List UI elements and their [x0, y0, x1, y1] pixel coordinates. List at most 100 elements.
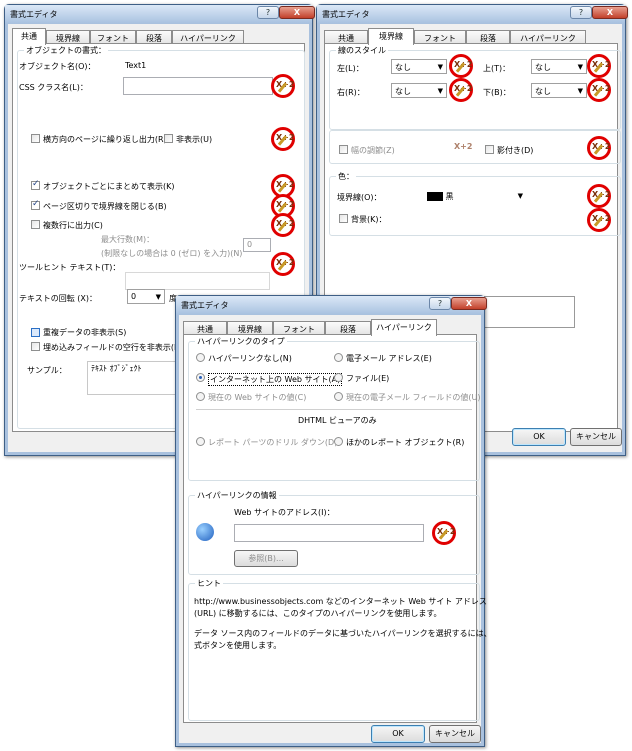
- formula-left-icon[interactable]: X+2: [449, 54, 473, 78]
- formula-css-icon[interactable]: X+2: [271, 74, 295, 98]
- drill-radio[interactable]: [196, 437, 205, 446]
- shadow-checkbox[interactable]: [485, 145, 494, 154]
- hide-checkbox[interactable]: [164, 134, 173, 143]
- file-radio[interactable]: [334, 373, 343, 382]
- keep-together-label: オブジェクトごとにまとめて表示(K): [43, 182, 175, 191]
- drill-label: レポート パーツのドリル ダウン(D): [208, 438, 338, 447]
- repeat-page-label: 横方向のページに繰り返し出力(R): [43, 135, 167, 144]
- repeat-page-checkbox[interactable]: [31, 134, 40, 143]
- tab-hyperlink[interactable]: ハイパーリンク: [510, 30, 586, 44]
- bottom-label: 下(B)：: [483, 88, 511, 97]
- title-bar[interactable]: 書式エディタ ? X: [176, 296, 487, 314]
- formula-multi-line-icon[interactable]: X+2: [271, 213, 295, 237]
- tight-checkbox[interactable]: [339, 145, 348, 154]
- dhtml-separator: [196, 409, 472, 410]
- tab-paragraph[interactable]: 段落: [136, 30, 172, 44]
- formula-address-icon[interactable]: X+2: [432, 521, 456, 545]
- close-button[interactable]: X: [592, 6, 628, 19]
- tab-common[interactable]: 共通: [324, 30, 368, 44]
- formula-repeat-icon[interactable]: X+2: [271, 127, 295, 151]
- close-border-label: ページ区切りで境界線を閉じる(B): [43, 202, 167, 211]
- help-button[interactable]: ?: [257, 6, 279, 19]
- right-style-select[interactable]: なし ▼: [391, 83, 447, 98]
- top-style-select[interactable]: なし ▼: [531, 59, 587, 74]
- hint-line-4: 式ボタンを使用します。: [194, 641, 282, 650]
- help-button[interactable]: ?: [570, 6, 592, 19]
- css-class-label: CSS クラス名(L)：: [19, 83, 88, 92]
- tab-paragraph[interactable]: 段落: [325, 321, 371, 335]
- tab-font[interactable]: フォント: [414, 30, 466, 44]
- formula-right-icon[interactable]: X+2: [449, 78, 473, 102]
- tab-border[interactable]: 境界線: [368, 28, 414, 45]
- title-bar[interactable]: 書式エディタ ? X: [5, 5, 315, 23]
- other-report-label: ほかのレポート オブジェクト(R): [346, 438, 465, 447]
- rotation-label: テキストの回転 (X)：: [19, 294, 98, 303]
- no-link-radio[interactable]: [196, 353, 205, 362]
- cancel-button[interactable]: キャンセル: [570, 428, 622, 446]
- formula-background-icon[interactable]: X+2: [587, 208, 611, 232]
- object-format-label: オブジェクトの書式：: [24, 45, 108, 56]
- email-label: 電子メール アドレス(E): [346, 354, 432, 363]
- close-border-checkbox[interactable]: [31, 199, 40, 210]
- formula-tight-icon: X+2: [449, 136, 473, 160]
- address-input[interactable]: [234, 524, 424, 542]
- left-style-select[interactable]: なし ▼: [391, 59, 447, 74]
- border-color-select[interactable]: 黒 ▼: [423, 188, 527, 203]
- tab-paragraph[interactable]: 段落: [466, 30, 510, 44]
- tab-common[interactable]: 共通: [12, 28, 46, 45]
- current-email-radio[interactable]: [334, 392, 343, 401]
- window-title: 書式エディタ: [322, 10, 370, 19]
- cancel-button[interactable]: キャンセル: [429, 725, 481, 743]
- max-lines-input[interactable]: 0: [243, 238, 271, 252]
- tab-hyperlink[interactable]: ハイパーリンク: [371, 319, 437, 336]
- multi-line-checkbox[interactable]: [31, 220, 40, 229]
- sample-text: ﾃｷｽﾄ ｵﾌﾞｼﾞｪｸﾄ: [91, 364, 142, 373]
- formula-bottom-icon[interactable]: X+2: [587, 78, 611, 102]
- object-name-label: オブジェクト名(O)：: [19, 62, 96, 71]
- tooltip-label: ツールヒント テキスト(T)：: [19, 263, 121, 272]
- file-label: ファイル(E): [346, 374, 390, 383]
- website-radio[interactable]: [196, 373, 205, 382]
- black-swatch: [427, 192, 443, 201]
- formula-top-icon[interactable]: X+2: [587, 54, 611, 78]
- tab-font[interactable]: フォント: [90, 30, 136, 44]
- formula-shadow-icon[interactable]: X+2: [587, 136, 611, 160]
- tab-border[interactable]: 境界線: [46, 30, 90, 44]
- window-title: 書式エディタ: [10, 10, 58, 19]
- color-label: 色：: [336, 171, 356, 182]
- other-report-radio[interactable]: [334, 437, 343, 446]
- email-radio[interactable]: [334, 353, 343, 362]
- line-style-label: 線のスタイル: [336, 45, 388, 56]
- tab-font[interactable]: フォント: [273, 321, 325, 335]
- globe-icon: [196, 523, 214, 541]
- background-label: 背景(K)：: [351, 215, 387, 224]
- dhtml-label: DHTML ビューアのみ: [298, 416, 377, 425]
- tab-common[interactable]: 共通: [183, 321, 227, 335]
- suppress-blank-checkbox[interactable]: [31, 342, 40, 351]
- rotation-select[interactable]: 0 ▼: [127, 289, 165, 304]
- css-class-input[interactable]: [123, 77, 273, 95]
- close-button[interactable]: X: [279, 6, 315, 19]
- formula-border-color-icon[interactable]: X+2: [587, 184, 611, 208]
- background-checkbox[interactable]: [339, 214, 348, 223]
- hint-line-2: (URL) に移動するには、このタイプのハイパーリンクを使用します。: [194, 609, 442, 618]
- help-button[interactable]: ?: [429, 297, 451, 310]
- suppress-blank-label: 埋め込みフィールドの空行を非表示(E): [43, 343, 183, 352]
- ok-button[interactable]: OK: [371, 725, 425, 743]
- current-web-radio[interactable]: [196, 392, 205, 401]
- bottom-style-select[interactable]: なし ▼: [531, 83, 587, 98]
- tab-hyperlink[interactable]: ハイパーリンク: [172, 30, 244, 44]
- keep-together-checkbox[interactable]: [31, 179, 40, 190]
- top-label: 上(T)：: [483, 64, 511, 73]
- formula-tooltip-icon[interactable]: X+2: [271, 252, 295, 276]
- tab-border[interactable]: 境界線: [227, 321, 273, 335]
- format-editor-window-hyperlink: 書式エディタ ? X 共通 境界線 フォント 段落 ハイパーリンク ハイパーリン…: [175, 295, 492, 747]
- left-label: 左(L)：: [337, 64, 364, 73]
- ok-button[interactable]: OK: [512, 428, 566, 446]
- suppress-dup-checkbox[interactable]: [31, 328, 40, 337]
- suppress-dup-label: 重複データの非表示(S): [43, 328, 127, 337]
- browse-button[interactable]: 参照(B)...: [234, 550, 298, 567]
- close-button[interactable]: X: [451, 297, 487, 310]
- tooltip-input[interactable]: [125, 272, 270, 290]
- title-bar[interactable]: 書式エディタ ? X: [317, 5, 628, 23]
